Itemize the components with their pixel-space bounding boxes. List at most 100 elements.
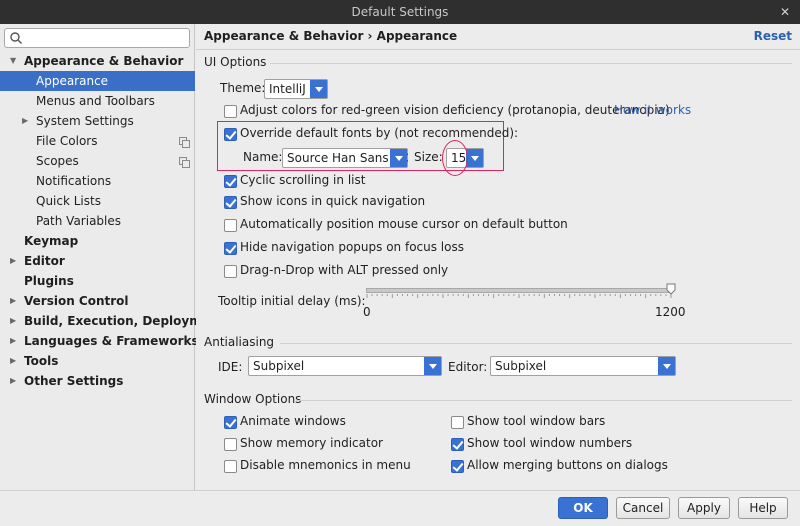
editor-antialiasing-value: Subpixel: [495, 359, 547, 373]
tree-item-system-settings[interactable]: ▶ System Settings: [0, 111, 195, 131]
theme-label: Theme:: [220, 81, 266, 95]
theme-value: IntelliJ: [269, 82, 306, 96]
tree-item-menus-toolbars[interactable]: Menus and Toolbars: [0, 91, 195, 111]
allow-merging-label: Allow merging buttons on dialogs: [467, 458, 668, 472]
tree-item-tools[interactable]: ▶ Tools: [0, 351, 195, 371]
font-name-label: Name:: [243, 150, 283, 164]
tree-item-label: System Settings: [36, 114, 134, 128]
ide-antialiasing-value: Subpixel: [253, 359, 305, 373]
chevron-down-icon: [310, 80, 327, 98]
theme-select[interactable]: IntelliJ: [264, 79, 328, 99]
how-it-works-link[interactable]: How it works: [614, 103, 691, 117]
allow-merging-checkbox[interactable]: [451, 460, 464, 473]
chevron-right-icon: ▶: [22, 116, 29, 125]
section-divider: [280, 343, 792, 344]
override-fonts-checkbox[interactable]: [224, 128, 237, 141]
cyclic-scrolling-checkbox[interactable]: [224, 175, 237, 188]
tree-item-editor[interactable]: ▶ Editor: [0, 251, 195, 271]
tree-item-keymap[interactable]: Keymap: [0, 231, 195, 251]
tree-item-label: Build, Execution, Deployment: [24, 314, 225, 328]
auto-position-label: Automatically position mouse cursor on d…: [240, 217, 568, 231]
chevron-right-icon: ▶: [10, 256, 17, 265]
tree-item-label: Menus and Toolbars: [36, 94, 155, 108]
editor-label: Editor:: [448, 360, 488, 374]
search-icon: [10, 32, 22, 44]
tree-item-languages-frameworks[interactable]: ▶ Languages & Frameworks: [0, 331, 199, 351]
tooltip-delay-label: Tooltip initial delay (ms):: [218, 294, 366, 308]
settings-panel: Appearance & Behavior › Appearance Reset…: [196, 24, 800, 490]
tooltip-delay-slider[interactable]: [366, 288, 672, 293]
auto-position-checkbox[interactable]: [224, 219, 237, 232]
tree-item-appearance[interactable]: Appearance: [0, 71, 195, 91]
section-window-options: Window Options: [204, 392, 302, 406]
tooltip-max-label: 1200: [655, 305, 686, 319]
chevron-right-icon: ▶: [10, 376, 17, 385]
override-fonts-label: Override default fonts by (not recommend…: [240, 126, 519, 140]
font-name-select[interactable]: Source Han Sans SC: [282, 148, 408, 168]
panel-header: Appearance & Behavior › Appearance Reset: [196, 24, 800, 50]
show-memory-label: Show memory indicator: [240, 436, 383, 450]
help-button[interactable]: Help: [738, 497, 788, 519]
tree-item-label: Appearance & Behavior: [24, 54, 184, 68]
close-icon[interactable]: ✕: [780, 0, 790, 24]
show-icons-checkbox[interactable]: [224, 196, 237, 209]
tree-item-quick-lists[interactable]: Quick Lists: [0, 191, 195, 211]
cyclic-scrolling-label: Cyclic scrolling in list: [240, 173, 366, 187]
font-size-label: Size:: [414, 150, 443, 164]
tree-item-label: Languages & Frameworks: [24, 334, 199, 348]
section-antialiasing: Antialiasing: [204, 335, 275, 349]
show-tool-numbers-label: Show tool window numbers: [467, 436, 633, 450]
ide-antialiasing-select[interactable]: Subpixel: [248, 356, 442, 376]
chevron-down-icon: [390, 149, 407, 167]
show-tool-numbers-checkbox[interactable]: [451, 438, 464, 451]
tree-item-file-colors[interactable]: File Colors: [0, 131, 195, 151]
title-bar: Default Settings ✕: [0, 0, 800, 24]
tree-item-plugins[interactable]: Plugins: [0, 271, 195, 291]
tree-item-appearance-behavior[interactable]: ▼ Appearance & Behavior: [0, 51, 195, 71]
animate-windows-label: Animate windows: [240, 414, 346, 428]
section-divider: [270, 63, 792, 64]
slider-thumb[interactable]: [666, 283, 676, 295]
apply-button[interactable]: Apply: [678, 497, 730, 519]
animate-windows-checkbox[interactable]: [224, 416, 237, 429]
highlight-circle: [442, 140, 468, 176]
drag-drop-checkbox[interactable]: [224, 265, 237, 278]
tree-item-notifications[interactable]: Notifications: [0, 171, 195, 191]
show-memory-checkbox[interactable]: [224, 438, 237, 451]
hide-popups-checkbox[interactable]: [224, 242, 237, 255]
tooltip-min-label: 0: [363, 305, 371, 319]
tree-item-path-variables[interactable]: Path Variables: [0, 211, 195, 231]
adjust-colors-checkbox[interactable]: [224, 105, 237, 118]
tree-item-label: Version Control: [24, 294, 129, 308]
editor-antialiasing-select[interactable]: Subpixel: [490, 356, 676, 376]
search-field[interactable]: [4, 28, 190, 48]
disable-mnemonics-checkbox[interactable]: [224, 460, 237, 473]
tree-item-other-settings[interactable]: ▶ Other Settings: [0, 371, 195, 391]
ide-label: IDE:: [218, 360, 243, 374]
hide-popups-label: Hide navigation popups on focus loss: [240, 240, 464, 254]
show-icons-label: Show icons in quick navigation: [240, 194, 426, 208]
disable-mnemonics-label: Disable mnemonics in menu: [240, 458, 411, 472]
breadcrumb: Appearance & Behavior › Appearance: [204, 29, 458, 43]
show-tool-bars-checkbox[interactable]: [451, 416, 464, 429]
ok-button[interactable]: OK: [558, 497, 608, 519]
slider-ticks: [366, 294, 672, 298]
chevron-right-icon: ▶: [10, 356, 17, 365]
tree-item-build-execution-deployment[interactable]: ▶ Build, Execution, Deployment: [0, 311, 224, 331]
copy-icon: [179, 137, 190, 148]
tree-item-label: Tools: [24, 354, 59, 368]
tree-item-version-control[interactable]: ▶ Version Control: [0, 291, 195, 311]
cancel-button[interactable]: Cancel: [616, 497, 670, 519]
settings-sidebar: ▼ Appearance & Behavior Appearance Menus…: [0, 24, 224, 490]
show-tool-bars-label: Show tool window bars: [467, 414, 606, 428]
tree-item-label: Editor: [24, 254, 65, 268]
drag-drop-label: Drag-n-Drop with ALT pressed only: [240, 263, 449, 277]
reset-link[interactable]: Reset: [754, 29, 792, 43]
chevron-right-icon: ▶: [10, 296, 17, 305]
tree-item-label: Plugins: [24, 274, 74, 288]
copy-icon: [179, 157, 190, 168]
chevron-down-icon: [424, 357, 441, 375]
tree-item-scopes[interactable]: Scopes: [0, 151, 195, 171]
chevron-down-icon: ▼: [10, 56, 17, 65]
tree-item-label: Appearance: [36, 74, 109, 88]
